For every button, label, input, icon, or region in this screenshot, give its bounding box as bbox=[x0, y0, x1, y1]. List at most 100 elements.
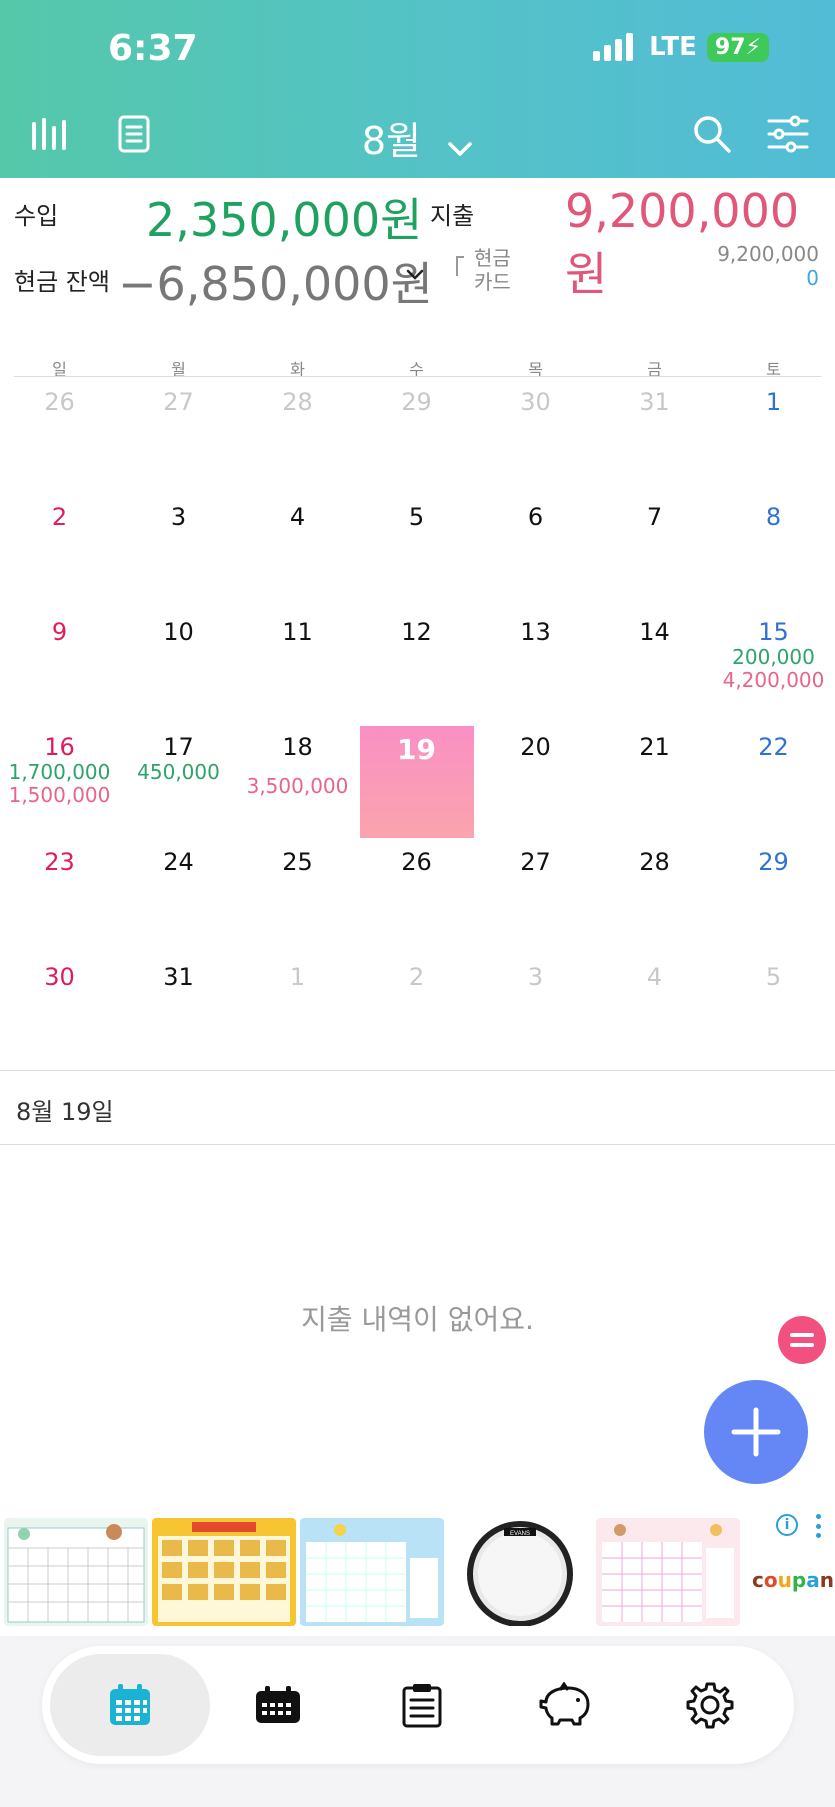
calendar-day-cell[interactable]: 23 bbox=[0, 840, 119, 955]
day-number: 4 bbox=[646, 963, 663, 991]
day-number: 26 bbox=[44, 388, 75, 416]
calendar-bottom-divider bbox=[0, 1070, 835, 1071]
day-number: 15 bbox=[758, 618, 789, 646]
calendar-day-cell[interactable]: 22 bbox=[714, 725, 833, 840]
calendar-day-cell[interactable]: 20 bbox=[476, 725, 595, 840]
card-label: 카드 bbox=[474, 270, 511, 294]
filter-icon[interactable] bbox=[766, 112, 810, 156]
calendar-day-cell[interactable]: 8 bbox=[714, 495, 833, 610]
calendar-day-cell[interactable]: 21 bbox=[595, 725, 714, 840]
ad-banner[interactable]: EVANS bbox=[0, 1512, 835, 1636]
summary-toggle-button[interactable] bbox=[778, 1316, 826, 1364]
calendar-grid: 26 27 28 29 30 31 1 2 3 4 5 6 7 8 9 10 11 12 13 14 15 200,000… bbox=[0, 380, 835, 1070]
day-income-amount: 450,000 bbox=[137, 760, 220, 784]
tab-savings[interactable] bbox=[486, 1654, 646, 1756]
calendar-month-icon bbox=[110, 1684, 150, 1725]
calendar-day-cell[interactable]: 4 bbox=[238, 495, 357, 610]
balance-chevron-icon[interactable] bbox=[406, 266, 424, 285]
calendar-day-cell[interactable]: 7 bbox=[595, 495, 714, 610]
day-number: 26 bbox=[401, 848, 432, 876]
calendar-day-cell[interactable]: 25 bbox=[238, 840, 357, 955]
day-number: 29 bbox=[401, 388, 432, 416]
calendar-day-cell[interactable]: 31 bbox=[595, 380, 714, 495]
day-number: 13 bbox=[520, 618, 551, 646]
battery-level: 97 bbox=[714, 34, 746, 60]
calendar-day-cell[interactable]: 31 bbox=[119, 955, 238, 1070]
calendar-day-cell[interactable]: 16 1,700,000 1,500,000 bbox=[0, 725, 119, 840]
tab-notes[interactable] bbox=[342, 1654, 502, 1756]
piggy-bank-icon bbox=[539, 1682, 590, 1726]
day-number: 5 bbox=[765, 963, 782, 991]
calendar-day-cell[interactable]: 2 bbox=[0, 495, 119, 610]
day-number: 18 bbox=[282, 733, 313, 761]
calendar-day-cell[interactable]: 3 bbox=[119, 495, 238, 610]
status-indicators: LTE 97⚡ bbox=[593, 32, 769, 62]
day-expense-amount: 3,500,000 bbox=[246, 774, 349, 798]
calendar-day-cell[interactable]: 5 bbox=[714, 955, 833, 1070]
day-number: 3 bbox=[170, 503, 187, 531]
day-number: 1 bbox=[765, 388, 782, 416]
calendar-day-cell[interactable]: 14 bbox=[595, 610, 714, 725]
day-number: 29 bbox=[758, 848, 789, 876]
day-number: 8 bbox=[765, 503, 782, 531]
ad-product-calendar-2[interactable] bbox=[300, 1518, 444, 1626]
tab-calendar[interactable] bbox=[50, 1654, 210, 1756]
calendar-day-cell[interactable]: 24 bbox=[119, 840, 238, 955]
card-value: 0 bbox=[806, 266, 819, 290]
add-entry-button[interactable] bbox=[704, 1380, 808, 1484]
calendar-day-cell[interactable]: 5 bbox=[357, 495, 476, 610]
network-label: LTE bbox=[649, 32, 697, 62]
month-title: 8월 bbox=[361, 119, 422, 163]
ad-product-calendar-1[interactable] bbox=[4, 1518, 148, 1626]
calendar-day-cell[interactable]: 27 bbox=[119, 380, 238, 495]
ad-info-icon[interactable]: i bbox=[776, 1514, 798, 1536]
ad-product-chart[interactable] bbox=[152, 1518, 296, 1626]
selected-date-label: 8월 19일 bbox=[16, 1098, 114, 1126]
calendar-day-cell[interactable]: 19 bbox=[357, 725, 476, 840]
calendar-day-cell[interactable]: 9 bbox=[0, 610, 119, 725]
calendar-day-cell[interactable]: 30 bbox=[476, 380, 595, 495]
calendar-day-cell[interactable]: 27 bbox=[476, 840, 595, 955]
ad-product-drumhead[interactable]: EVANS bbox=[448, 1518, 592, 1626]
day-expense-amount: 4,200,000 bbox=[722, 668, 825, 692]
tab-settings[interactable] bbox=[630, 1654, 790, 1756]
calendar-day-cell[interactable]: 1 bbox=[238, 955, 357, 1070]
search-icon[interactable] bbox=[690, 112, 734, 156]
income-label: 수입 bbox=[14, 202, 59, 230]
calendar-day-cell[interactable]: 26 bbox=[357, 840, 476, 955]
day-number: 28 bbox=[282, 388, 313, 416]
signal-icon bbox=[593, 33, 634, 61]
ad-product-calendar-3[interactable] bbox=[596, 1518, 740, 1626]
calendar-day-cell[interactable]: 10 bbox=[119, 610, 238, 725]
calendar-day-cell[interactable]: 2 bbox=[357, 955, 476, 1070]
calendar-day-cell[interactable]: 26 bbox=[0, 380, 119, 495]
calendar-day-cell[interactable]: 1 bbox=[714, 380, 833, 495]
calendar-day-cell[interactable]: 28 bbox=[238, 380, 357, 495]
calendar-day-cell[interactable]: 12 bbox=[357, 610, 476, 725]
day-number: 14 bbox=[639, 618, 670, 646]
gear-icon bbox=[686, 1682, 734, 1729]
expense-label: 지출 bbox=[430, 202, 475, 230]
calendar-day-cell[interactable]: 3 bbox=[476, 955, 595, 1070]
calendar-day-cell[interactable]: 13 bbox=[476, 610, 595, 725]
calendar-day-cell[interactable]: 28 bbox=[595, 840, 714, 955]
day-number: 2 bbox=[408, 963, 425, 991]
day-income-amount: 200,000 bbox=[732, 645, 815, 669]
day-number: 3 bbox=[527, 963, 544, 991]
day-number: 27 bbox=[163, 388, 194, 416]
calendar-day-cell[interactable]: 6 bbox=[476, 495, 595, 610]
balance-value[interactable]: −6,850,000원 bbox=[118, 248, 433, 314]
calendar-day-cell[interactable]: 29 bbox=[714, 840, 833, 955]
calendar-day-cell[interactable]: 11 bbox=[238, 610, 357, 725]
calendar-day-cell[interactable]: 30 bbox=[0, 955, 119, 1070]
cash-value: 9,200,000 bbox=[717, 242, 819, 266]
tab-week[interactable] bbox=[198, 1654, 358, 1756]
calendar-day-cell[interactable]: 18 3,500,000 bbox=[238, 725, 357, 840]
calendar-day-cell[interactable]: 17 450,000 bbox=[119, 725, 238, 840]
calendar-day-cell[interactable]: 15 200,000 4,200,000 bbox=[714, 610, 833, 725]
calendar-day-cell[interactable]: 29 bbox=[357, 380, 476, 495]
status-time: 6:37 bbox=[108, 28, 198, 69]
calendar-day-cell[interactable]: 4 bbox=[595, 955, 714, 1070]
ad-brand-logo[interactable]: coupang bbox=[752, 1568, 835, 1592]
ad-more-icon[interactable] bbox=[814, 1514, 822, 1538]
